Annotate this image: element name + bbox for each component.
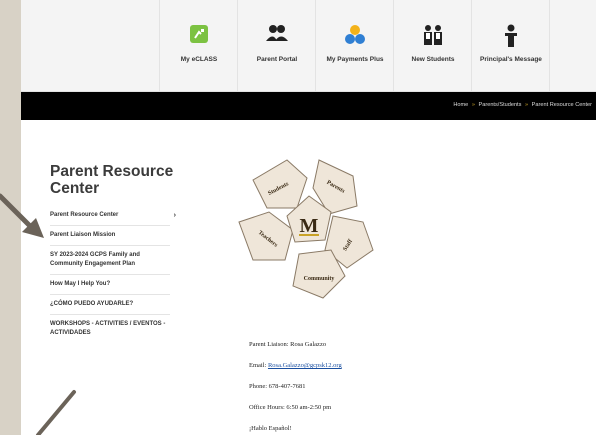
annotation-arrows	[0, 193, 76, 435]
arrow-diagonal-icon	[36, 390, 76, 435]
arrow-pointing-to-sidebar-icon	[0, 193, 44, 238]
